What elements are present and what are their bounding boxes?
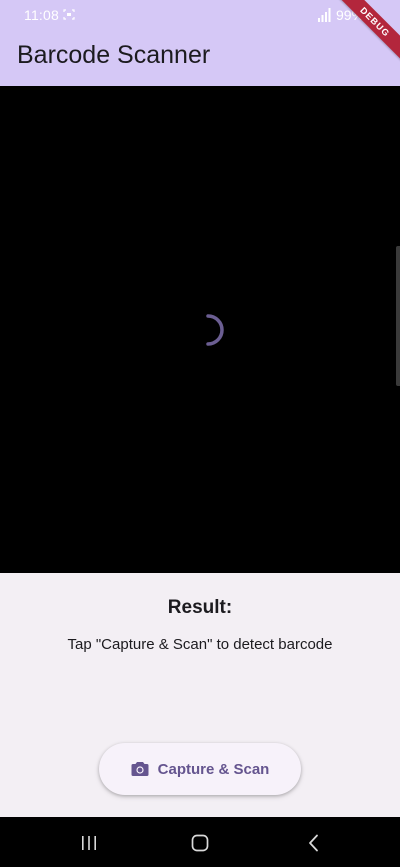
page-title: Barcode Scanner [17,41,211,69]
status-bar: 11:08 99% [0,0,400,32]
home-icon[interactable] [188,832,212,854]
top-bar: 11:08 99% DEBUG Barcode Scanner [0,0,400,86]
camera-icon [131,762,149,776]
edge-panel-handle[interactable] [396,246,400,386]
capture-scan-button[interactable]: Capture & Scan [99,743,301,795]
recents-icon[interactable] [77,832,101,854]
result-panel: Result: Tap "Capture & Scan" to detect b… [0,573,400,817]
loading-spinner-icon [206,314,224,346]
status-time: 11:08 [24,7,59,23]
app-screen: 11:08 99% DEBUG Barcode Scanner Result: … [0,0,400,867]
screenshot-icon [63,9,75,20]
result-message: Tap "Capture & Scan" to detect barcode [67,636,333,653]
capture-scan-label: Capture & Scan [157,760,270,778]
back-icon[interactable] [302,832,326,854]
result-heading: Result: [167,597,233,618]
system-navigation-bar [0,817,400,867]
signal-icon [318,8,331,22]
